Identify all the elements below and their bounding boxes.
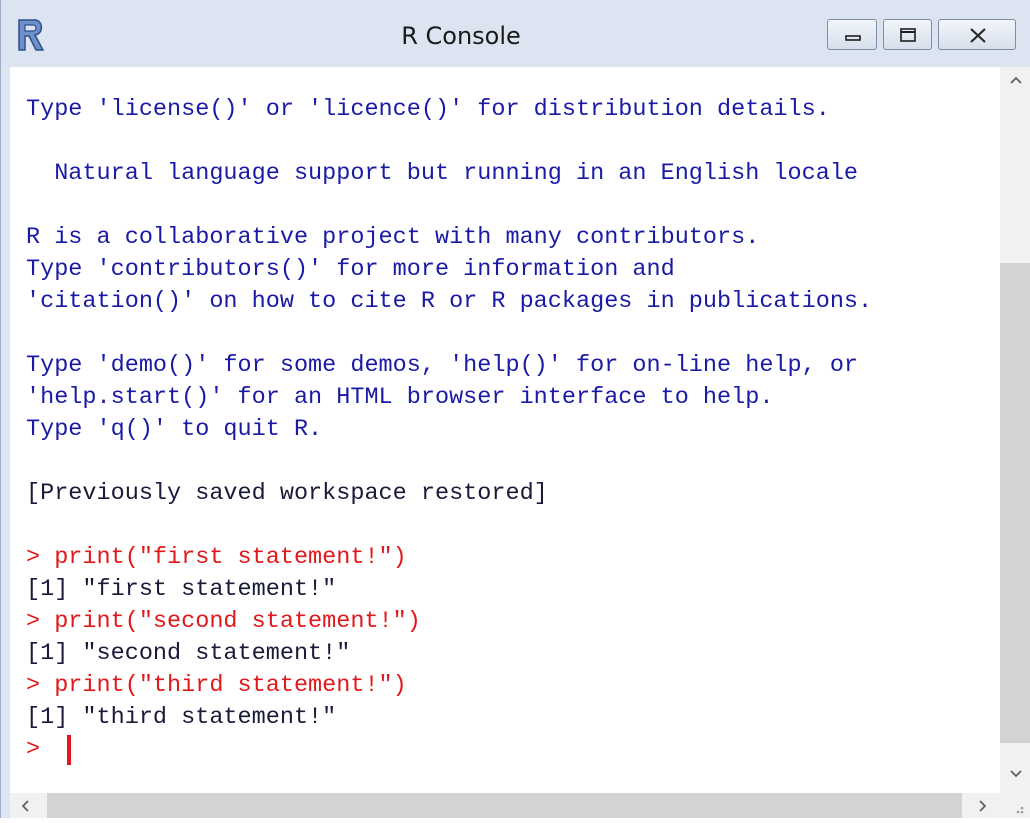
console-line: Type 'license()' or 'licence()' for dist… [26,96,830,123]
console-line: 'citation()' on how to cite R or R packa… [26,288,873,315]
scroll-left-arrow-icon[interactable] [20,799,30,813]
close-button[interactable] [938,19,1016,50]
console-input-line: > print("second statement!") [26,608,421,635]
vertical-scrollbar[interactable] [1000,67,1030,793]
console-line: Type 'demo()' for some demos, 'help()' f… [26,352,859,379]
console-line: Type 'contributors()' for more informati… [26,256,675,283]
minimize-button[interactable] [827,19,877,50]
r-logo-icon [18,19,45,51]
text-cursor [67,735,71,765]
scroll-right-arrow-icon[interactable] [978,799,988,813]
console-input-line: > print("third statement!") [26,672,407,699]
console-output-line: [1] "first statement!" [26,576,337,603]
horizontal-scroll-thumb[interactable] [47,793,962,818]
console-output-line: [1] "third statement!" [26,704,337,731]
scroll-up-arrow-icon[interactable] [1009,75,1023,85]
minimize-icon [845,35,861,41]
console-prompt[interactable]: > [26,736,40,764]
r-console-window: R Console Type 'license()' or 'licence()… [0,0,1030,818]
console-input-line: > print("first statement!") [26,544,407,571]
console-line: R is a collaborative project with many c… [26,224,760,251]
vertical-scroll-thumb[interactable] [1000,263,1030,743]
window-title: R Console [401,22,521,50]
console-line: 'help.start()' for an HTML browser inter… [26,384,774,411]
console-line: Type 'q()' to quit R. [26,416,323,443]
close-icon [970,28,986,43]
console-line: Natural language support but running in … [26,160,859,187]
scroll-down-arrow-icon[interactable] [1009,769,1023,779]
maximize-icon [900,28,916,42]
horizontal-scrollbar[interactable] [10,793,1000,818]
resize-grip[interactable] [1000,793,1030,818]
maximize-button[interactable] [883,19,932,50]
console-output-area[interactable]: Type 'license()' or 'licence()' for dist… [10,67,1000,793]
resize-grip-icon [1016,806,1024,814]
console-output-line: [1] "second statement!" [26,640,351,667]
console-line: [Previously saved workspace restored] [26,480,548,507]
title-bar[interactable]: R Console [1,0,1030,66]
